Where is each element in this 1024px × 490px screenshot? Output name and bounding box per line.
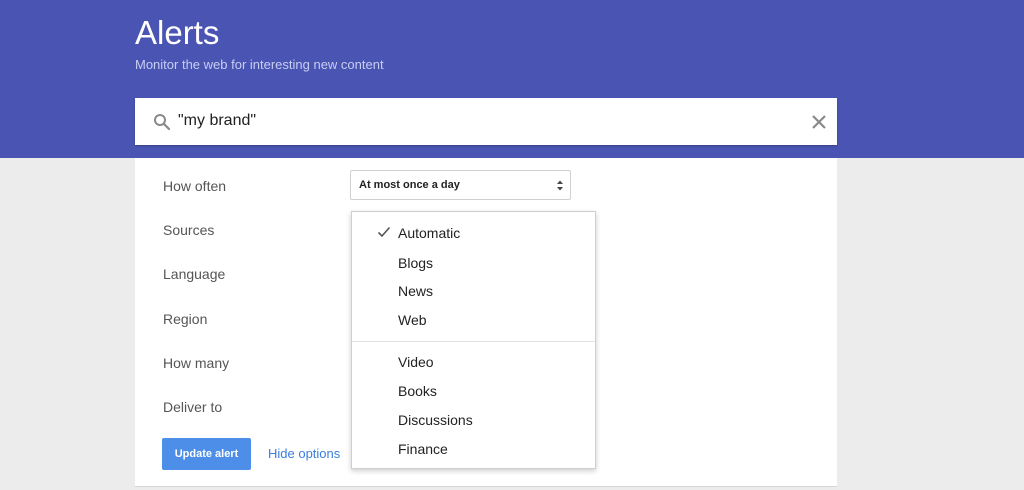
updown-arrows-icon [557, 180, 563, 191]
dropdown-divider [352, 341, 595, 342]
page-subtitle: Monitor the web for interesting new cont… [135, 57, 384, 72]
search-bar[interactable]: "my brand" [135, 98, 837, 145]
dropdown-item-automatic[interactable]: Automatic [398, 225, 460, 241]
dropdown-item-video[interactable]: Video [398, 354, 434, 370]
option-label-language: Language [163, 266, 226, 282]
dropdown-item-news[interactable]: News [398, 283, 433, 299]
option-label-how-often: How often [163, 178, 227, 194]
page-title: Alerts [135, 14, 220, 51]
dropdown-item-finance[interactable]: Finance [398, 441, 448, 457]
how-often-select[interactable]: At most once a day [350, 170, 571, 200]
update-alert-button[interactable]: Update alert [162, 438, 251, 470]
search-input[interactable]: "my brand" [178, 112, 256, 130]
sources-dropdown-menu[interactable]: Automatic Blogs News Web Video Books Dis… [351, 211, 596, 469]
close-icon[interactable] [810, 113, 828, 131]
dropdown-item-books[interactable]: Books [398, 383, 437, 399]
option-label-deliver-to: Deliver to [163, 399, 223, 415]
dropdown-item-blogs[interactable]: Blogs [398, 255, 433, 271]
checkmark-icon [377, 226, 391, 238]
dropdown-item-discussions[interactable]: Discussions [398, 412, 473, 428]
option-label-how-many: How many [163, 355, 230, 371]
dropdown-item-web[interactable]: Web [398, 312, 427, 328]
how-often-value: At most once a day [359, 179, 460, 191]
hide-options-link[interactable]: Hide options [268, 446, 340, 461]
option-label-sources: Sources [163, 222, 215, 238]
search-icon [154, 114, 171, 131]
option-label-region: Region [163, 311, 208, 327]
